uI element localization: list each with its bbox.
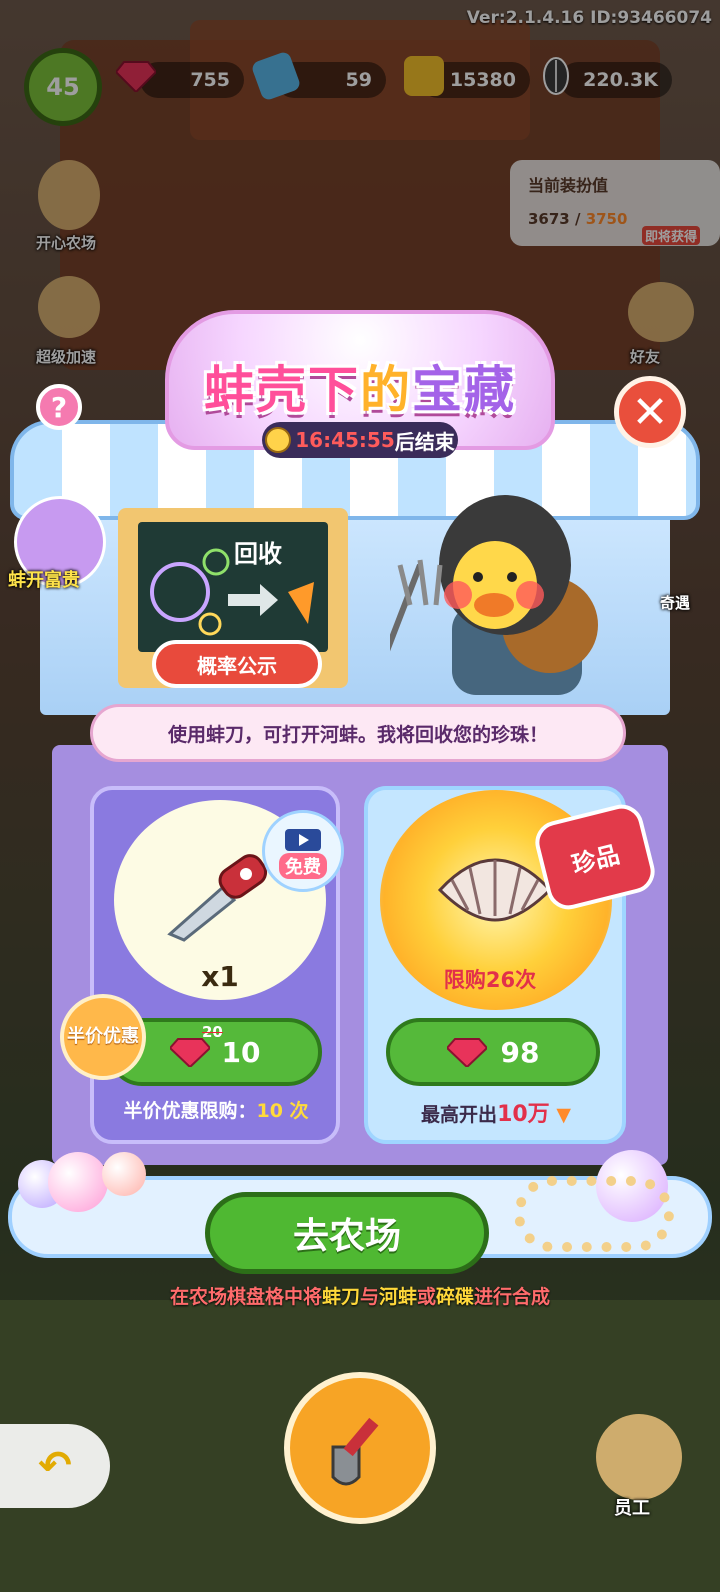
encounter-label[interactable]: 奇遇 [660,592,690,613]
popup-title-part2: 的 [360,361,412,419]
hint-part: 蚌刀 [321,1286,360,1308]
help-button[interactable]: ? [36,384,82,430]
max-reward-prefix: 最高开出 [421,1104,498,1126]
merge-hint-text: 在农场棋盘格中将蚌刀与河蚌或碎碟进行合成 [60,1282,660,1309]
hint-part: 在农场棋盘格中将 [169,1286,322,1308]
pearl-necklace-decoration [514,1176,674,1252]
half-price-limit-label: 半价优惠限购： [123,1100,257,1122]
close-button[interactable]: ✕ [614,376,686,448]
hint-part: 河蚌 [378,1286,417,1308]
shell-knife-icon [162,852,272,946]
knife-original-price: 20 [202,1023,223,1041]
back-arrow-icon: ↶ [38,1443,72,1489]
carrot-icon: ▼ [556,1104,571,1126]
countdown-suffix: 后结束 [394,429,455,454]
hint-part: 碎碟 [436,1286,475,1308]
hint-part: 进行合成 [474,1286,551,1308]
popup-title-part1: 蚌壳下 [204,361,360,419]
half-price-limit: 半价优惠限购：10 次 [96,1096,336,1123]
free-label: 免费 [279,853,327,879]
pearl-decoration [102,1152,146,1196]
go-to-farm-button[interactable]: 去农场 [205,1192,489,1274]
max-reward-text: 最高开出10万 ▼ [380,1096,612,1128]
clock-icon [265,427,292,453]
pearl-decoration [48,1152,108,1212]
video-icon [285,829,321,851]
hint-part: 与 [359,1286,379,1308]
hint-part: 或 [417,1286,437,1308]
countdown-value: 16:45:55 [295,428,395,452]
free-video-badge[interactable]: 免费 [262,810,344,892]
clam-purchase-limit: 限购26次 [443,968,537,992]
half-price-limit-value: 10 次 [256,1100,309,1122]
clam-price: 98 [500,1035,540,1069]
knife-price: 10 [221,1035,261,1069]
buy-clam-button[interactable]: 98 [386,1018,600,1086]
shovel-icon [331,1417,379,1486]
popup-title: 蚌壳下的宝藏 [175,350,545,422]
shovel-action-button[interactable] [284,1372,436,1524]
chalkboard [138,522,328,652]
countdown-timer: 16:45:55 后结束 [262,422,458,458]
staff-label[interactable]: 员工 [614,1494,650,1520]
chalkboard-text: 回收 [234,540,282,568]
back-button[interactable]: ↶ [0,1424,110,1508]
staff-icon[interactable] [596,1414,682,1500]
instruction-message: 使用蚌刀，可打开河蚌。我将回收您的珍珠！ [90,704,626,762]
knife-quantity: x1 [201,960,239,993]
max-reward-value: 10万 [497,1102,550,1127]
probability-disclosure-button[interactable]: 概率公示 [152,640,322,688]
gem-icon [169,1038,210,1067]
popup-title-part3: 宝藏 [412,361,516,419]
half-price-badge: 半价优惠 [60,994,146,1080]
pearl-event-label[interactable]: 蚌开富贵 [8,566,80,592]
gem-icon [446,1038,487,1067]
farmer-character [367,455,620,697]
